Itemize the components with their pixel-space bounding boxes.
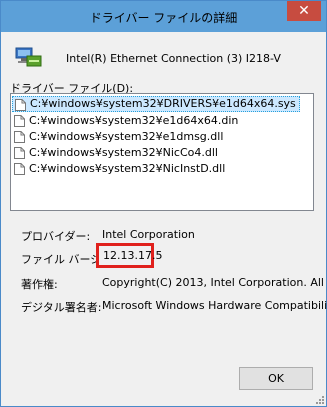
list-item[interactable]: C:¥windows¥system32¥DRIVERS¥e1d64x64.sys [12, 96, 300, 112]
network-adapter-icon [15, 47, 42, 67]
window-title: ドライバー ファイルの詳細 [89, 11, 238, 25]
ok-button[interactable]: OK [239, 367, 313, 390]
file-icon [14, 115, 25, 127]
list-item[interactable]: C:¥windows¥system32¥NicCo4.dll [12, 145, 221, 161]
file-path: C:¥windows¥system32¥NicCo4.dll [29, 146, 218, 159]
list-item[interactable]: C:¥windows¥system32¥e1d64x64.din [12, 113, 241, 129]
digital-signer-value: Microsoft Windows Hardware Compatibility [102, 299, 327, 312]
file-icon [14, 131, 25, 143]
file-path: C:¥windows¥system32¥NicInstD.dll [29, 162, 226, 175]
copyright-label: 著作権: [21, 278, 58, 291]
file-icon [15, 99, 26, 111]
driver-file-details-dialog: ドライバー ファイルの詳細 ✕ Intel(R) Ethernet Connec… [0, 0, 327, 407]
file-icon [14, 147, 25, 159]
list-item[interactable]: C:¥windows¥system32¥e1dmsg.dll [12, 129, 226, 145]
file-path: C:¥windows¥system32¥e1d64x64.din [29, 114, 239, 127]
file-path: C:¥windows¥system32¥e1dmsg.dll [29, 130, 224, 143]
file-version-value: 12.13.17.5 [103, 249, 163, 262]
digital-signer-label: デジタル署名者: [21, 301, 102, 314]
list-item[interactable]: C:¥windows¥system32¥NicInstD.dll [12, 161, 228, 177]
provider-label: プロバイダー: [21, 230, 91, 243]
title-bar[interactable]: ドライバー ファイルの詳細 ✕ [1, 1, 326, 32]
file-icon [14, 163, 25, 175]
close-button[interactable]: ✕ [287, 1, 321, 21]
resize-grip-icon[interactable] [314, 394, 324, 404]
copyright-value: Copyright(C) 2013, Intel Corporation. Al… [102, 276, 324, 289]
device-name: Intel(R) Ethernet Connection (3) I218-V [66, 52, 281, 65]
driver-files-list[interactable]: C:¥windows¥system32¥DRIVERS¥e1d64x64.sys… [10, 93, 314, 211]
dialog-body: Intel(R) Ethernet Connection (3) I218-V … [8, 32, 327, 399]
file-path: C:¥windows¥system32¥DRIVERS¥e1d64x64.sys [30, 97, 296, 110]
provider-value: Intel Corporation [102, 228, 195, 241]
version-highlight-box: 12.13.17.5 [96, 243, 162, 268]
